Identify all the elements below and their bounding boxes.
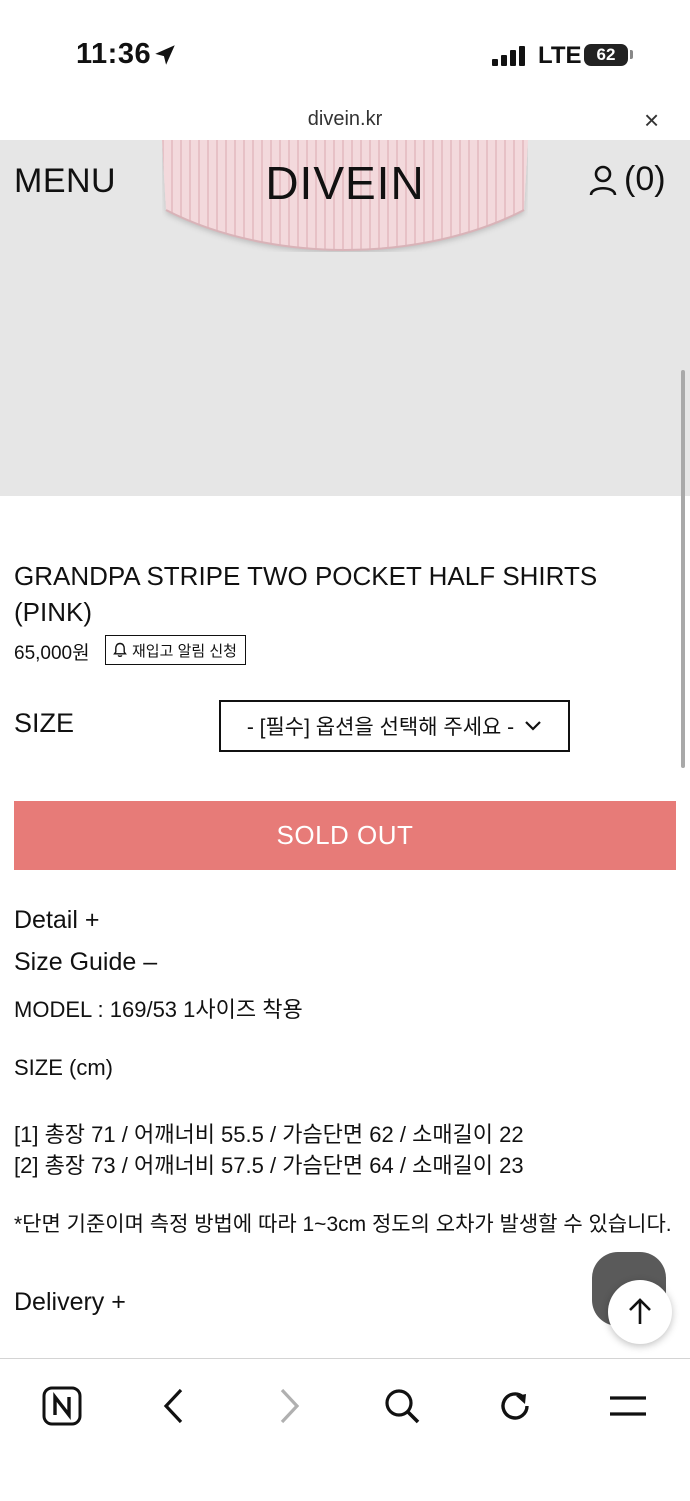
naver-icon [42, 1386, 82, 1426]
url-bar[interactable]: divein.kr [0, 108, 690, 131]
restock-alert-button[interactable]: 재입고 알림 신청 [105, 635, 246, 665]
network-label: LTE [538, 42, 582, 69]
size-unit-heading: SIZE (cm) [14, 1055, 113, 1080]
cart-count: (0) [624, 160, 666, 198]
status-time: 11:36 [76, 38, 152, 70]
location-arrow-icon [155, 45, 175, 65]
signal-icon [492, 46, 525, 66]
product-title: GRANDPA STRIPE TWO POCKET HALF SHIRTS (P… [14, 561, 598, 627]
detail-toggle[interactable]: Detail + [14, 906, 99, 935]
chevron-down-icon [525, 721, 541, 731]
size-row: [2] 총장 73 / 어깨너비 57.5 / 가슴단면 64 / 소매길이 2… [14, 1153, 524, 1178]
site-logo[interactable]: DIVEIN [0, 156, 690, 210]
menu-icon [610, 1396, 646, 1416]
search-button[interactable] [377, 1381, 427, 1431]
search-icon [385, 1389, 420, 1424]
bell-icon [113, 642, 127, 657]
naver-home-button[interactable] [37, 1381, 87, 1431]
arrow-up-icon [629, 1298, 651, 1324]
browser-toolbar [0, 1358, 690, 1501]
battery-tip [630, 50, 633, 59]
refresh-button[interactable] [490, 1381, 540, 1431]
scrollbar[interactable] [681, 370, 685, 768]
battery-indicator: 62 [584, 44, 628, 66]
size-row: [1] 총장 71 / 어깨너비 55.5 / 가슴단면 62 / 소매길이 2… [14, 1122, 524, 1147]
back-icon [163, 1388, 183, 1424]
account-cart-button[interactable]: (0) [588, 160, 666, 199]
product-price: 65,000원 [14, 643, 90, 664]
back-button[interactable] [149, 1381, 199, 1431]
model-info: MODEL : 169/53 1사이즈 착용 [14, 997, 303, 1022]
size-select-value: - [필수] 옵션을 선택해 주세요 - [246, 716, 515, 739]
restock-label: 재입고 알림 신청 [132, 642, 237, 660]
menu-button-browser[interactable] [603, 1381, 653, 1431]
forward-icon [280, 1388, 300, 1424]
close-icon[interactable]: × [644, 107, 659, 133]
size-label: SIZE [14, 708, 75, 738]
sold-out-button[interactable]: SOLD OUT [14, 801, 676, 870]
user-icon [589, 165, 617, 195]
forward-button[interactable] [264, 1381, 314, 1431]
measurement-note: *단면 기준이며 측정 방법에 따라 1~3cm 정도의 오차가 발생할 수 있… [14, 1213, 672, 1236]
delivery-toggle[interactable]: Delivery + [14, 1288, 126, 1317]
size-guide-toggle[interactable]: Size Guide – [14, 948, 157, 977]
scroll-top-button[interactable] [608, 1280, 672, 1344]
size-select[interactable]: - [필수] 옵션을 선택해 주세요 - [219, 700, 570, 752]
refresh-icon [501, 1392, 529, 1420]
